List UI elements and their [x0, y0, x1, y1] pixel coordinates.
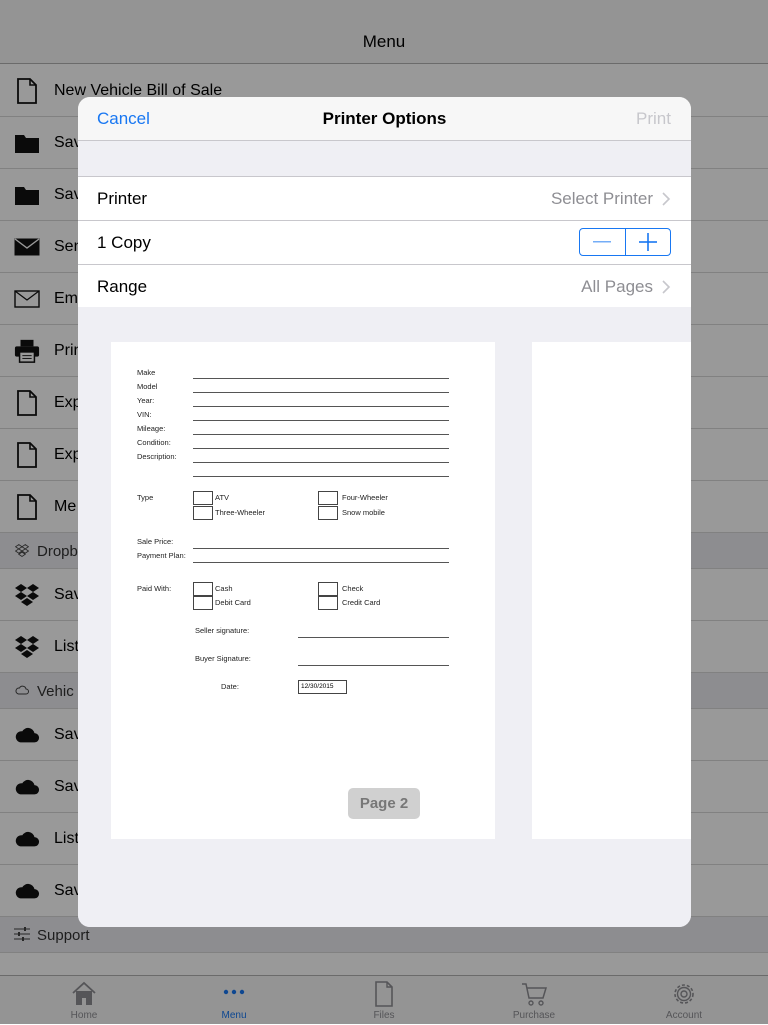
- date-field: 12/30/2015: [298, 680, 347, 694]
- form-field-line: [193, 562, 449, 563]
- form-field-label: Payment Plan:: [137, 551, 186, 560]
- form-field-label: Mileage:: [137, 424, 166, 433]
- form-checkbox: [318, 596, 338, 610]
- form-checkbox: [318, 582, 338, 596]
- form-field-label: Seller signature:: [195, 626, 250, 635]
- chevron-right-icon: [662, 280, 671, 294]
- form-field-line: [193, 378, 449, 379]
- form-checkbox: [318, 506, 338, 520]
- form-field-label: Paid With:: [137, 584, 172, 593]
- range-value: All Pages: [581, 277, 653, 296]
- form-checkbox: [193, 582, 213, 596]
- form-field-label: Date:: [221, 682, 239, 691]
- print-options-list: Printer Select Printer 1 Copy Range All …: [78, 176, 691, 310]
- form-field-line: [193, 420, 449, 421]
- form-checkbox: [193, 506, 213, 520]
- form-option-label: Cash: [215, 584, 233, 593]
- form-field-label: Make: [137, 368, 156, 377]
- form-field-line: [193, 406, 449, 407]
- preview-page[interactable]: Page 2 Make Model Year: VIN: Mileage: Conditi…: [111, 342, 495, 839]
- preview-next-page[interactable]: [532, 342, 691, 839]
- printer-options-dialog: Printer Options Cancel Print Printer Sel…: [78, 97, 691, 927]
- form-type-label: Type: [137, 493, 154, 502]
- form-checkbox: [318, 491, 338, 505]
- form-checkbox: [193, 596, 213, 610]
- form-field-label: Year:: [137, 396, 155, 405]
- form-field-line: [193, 448, 449, 449]
- minus-icon: [593, 241, 612, 243]
- form-option-label: Debit Card: [215, 598, 251, 607]
- form-field-line: [193, 548, 449, 549]
- copies-stepper[interactable]: [579, 228, 671, 256]
- form-field-line: [193, 476, 449, 477]
- copies-option-row: 1 Copy: [78, 221, 691, 265]
- form-option-label: Three-Wheeler: [215, 508, 266, 517]
- printer-value: Select Printer: [550, 189, 653, 208]
- range-option-row[interactable]: Range All Pages: [78, 265, 691, 309]
- chevron-right-icon: [662, 192, 671, 206]
- copies-label: 1 Copy: [97, 233, 151, 252]
- cancel-button[interactable]: Cancel: [97, 109, 150, 129]
- page-number-badge: Page 2: [348, 788, 420, 819]
- form-field-line: [193, 392, 449, 393]
- decrement-button[interactable]: [580, 229, 626, 255]
- signature-line: [298, 665, 449, 666]
- dialog-header: Printer Options Cancel Print: [78, 97, 691, 141]
- form-checkbox: [193, 491, 213, 505]
- increment-button[interactable]: [626, 229, 671, 255]
- plus-icon: [638, 233, 657, 251]
- form-option-label: Four-Wheeler: [342, 493, 388, 502]
- form-field-label: VIN:: [137, 410, 152, 419]
- form-field-line: [193, 434, 449, 435]
- signature-line: [298, 637, 449, 638]
- print-preview-area[interactable]: Page 2 Make Model Year: VIN: Mileage: Conditi…: [78, 307, 691, 927]
- form-field-label: Condition:: [137, 438, 171, 447]
- form-option-label: Credit Card: [342, 598, 381, 607]
- range-label: Range: [97, 277, 148, 296]
- form-field-label: Sale Price:: [137, 537, 174, 546]
- printer-option-row[interactable]: Printer Select Printer: [78, 177, 691, 221]
- form-field-label: Description:: [137, 452, 177, 461]
- form-option-label: Check: [342, 584, 364, 593]
- form-field-label: Buyer Signature:: [195, 654, 251, 663]
- form-option-label: ATV: [215, 493, 230, 502]
- print-button[interactable]: Print: [636, 109, 671, 129]
- printer-label: Printer: [97, 189, 148, 208]
- form-field-label: Model: [137, 382, 158, 391]
- dialog-title: Printer Options: [322, 109, 447, 128]
- form-option-label: Snow mobile: [342, 508, 385, 517]
- form-field-line: [193, 462, 449, 463]
